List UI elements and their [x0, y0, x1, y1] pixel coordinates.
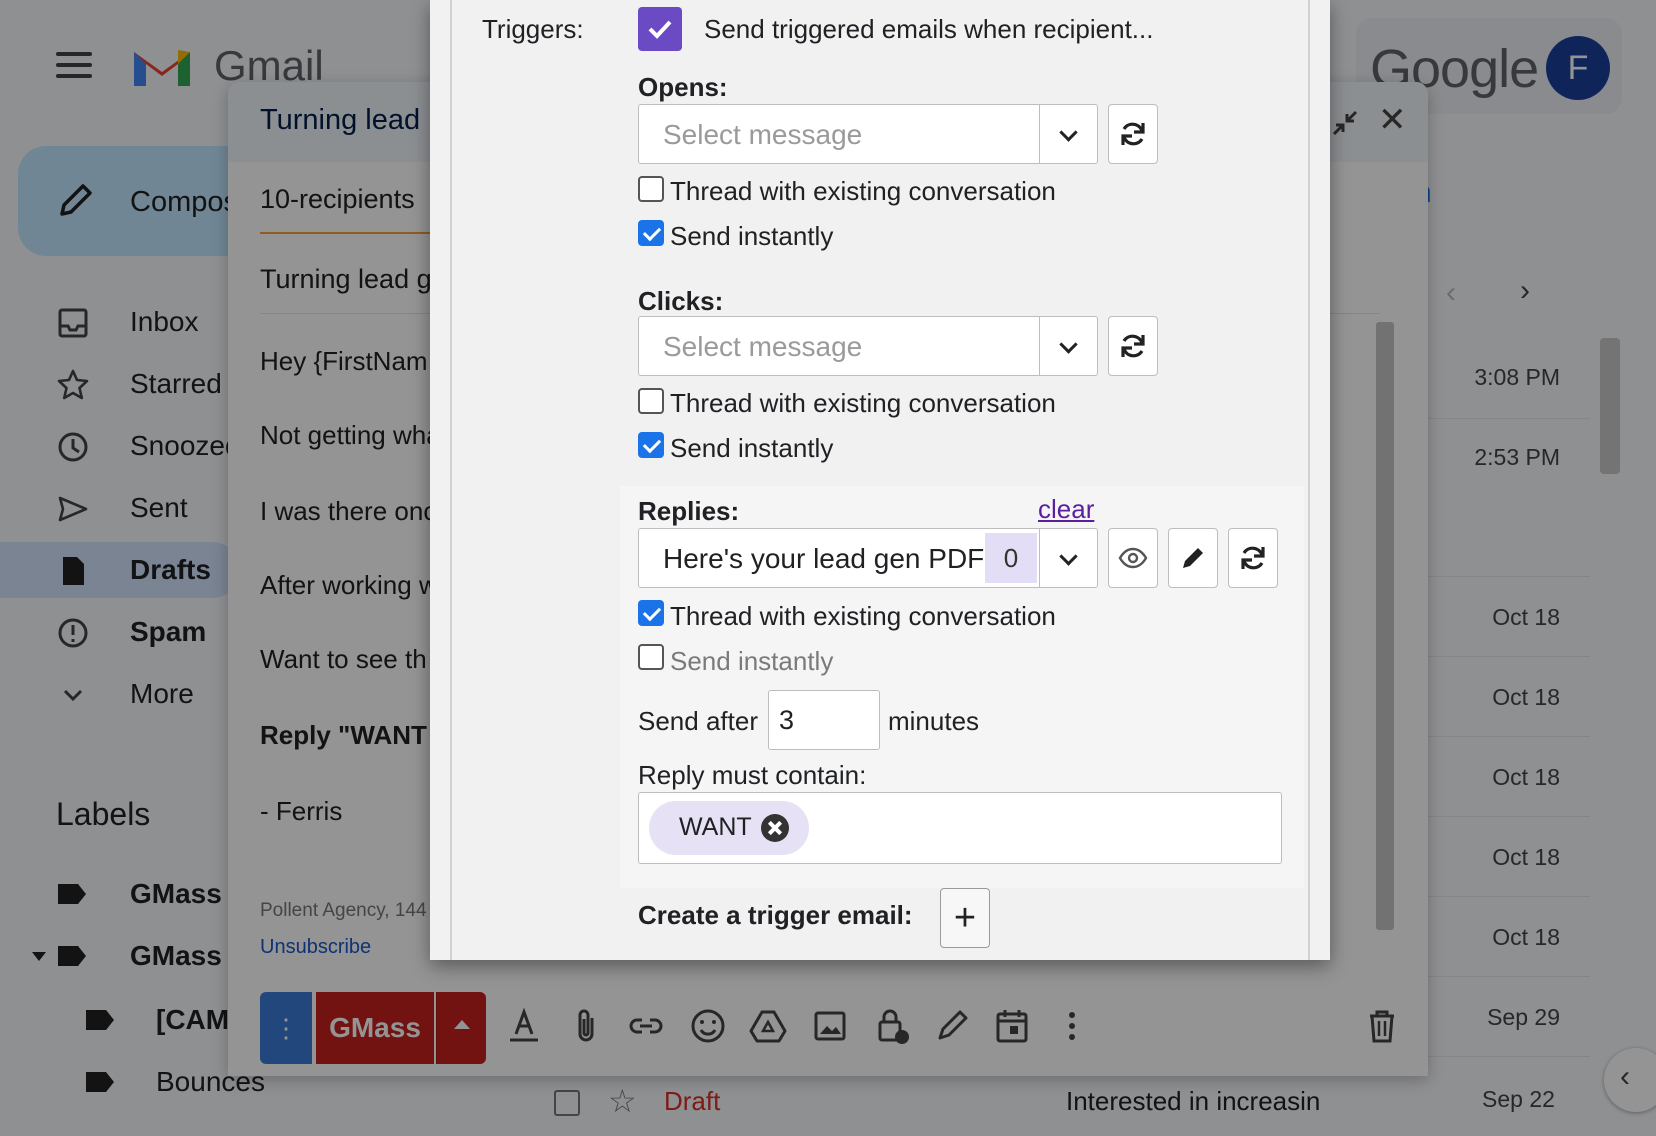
clicks-thread-checkbox[interactable] — [638, 388, 664, 414]
checkmark-icon — [648, 20, 672, 39]
clicks-instant-label: Send instantly — [670, 433, 834, 463]
opens-instant-checkbox[interactable] — [638, 220, 664, 246]
send-after-label: Send after — [638, 706, 758, 736]
reply-contain-label: Reply must contain: — [638, 760, 867, 790]
opens-refresh-button[interactable] — [1108, 104, 1158, 164]
select-value: Here's your lead gen PDF — [663, 543, 985, 574]
add-trigger-button[interactable]: + — [940, 888, 990, 948]
replies-refresh-button[interactable] — [1228, 528, 1278, 588]
clicks-refresh-button[interactable] — [1108, 316, 1158, 376]
triggers-label: Triggers: — [482, 14, 584, 44]
select-placeholder: Select message — [663, 119, 863, 150]
replies-clear-link[interactable]: clear — [1038, 494, 1094, 525]
pencil-icon — [1183, 548, 1203, 568]
send-after-minutes-input[interactable] — [768, 690, 880, 750]
replies-message-select[interactable]: Here's your lead gen PDF 0 — [638, 528, 1098, 588]
opens-title: Opens: — [638, 72, 728, 102]
triggers-checkbox[interactable] — [638, 7, 682, 51]
remove-tag-icon[interactable] — [761, 814, 789, 842]
opens-thread-label: Thread with existing conversation — [670, 176, 1056, 206]
replies-instant-label: Send instantly — [670, 646, 834, 676]
opens-message-select[interactable]: Select message — [638, 104, 1098, 164]
message-count-badge: 0 — [985, 533, 1037, 583]
create-trigger-label: Create a trigger email: — [638, 900, 913, 930]
replies-title: Replies: — [638, 496, 740, 526]
replies-thread-label: Thread with existing conversation — [670, 601, 1056, 631]
replies-instant-checkbox[interactable] — [638, 644, 664, 670]
chevron-down-icon[interactable] — [1039, 529, 1097, 587]
reply-keyword-input[interactable]: WANT — [638, 792, 1282, 864]
refresh-icon — [1121, 122, 1145, 146]
select-placeholder: Select message — [663, 331, 863, 362]
replies-thread-checkbox[interactable] — [638, 600, 664, 626]
keyword-tag-text: WANT — [679, 813, 752, 841]
replies-edit-button[interactable] — [1168, 528, 1218, 588]
minutes-label: minutes — [888, 706, 980, 736]
refresh-icon — [1121, 334, 1145, 358]
opens-thread-checkbox[interactable] — [638, 176, 664, 202]
replies-preview-button[interactable] — [1108, 528, 1158, 588]
refresh-icon — [1241, 546, 1265, 570]
chevron-down-icon[interactable] — [1039, 105, 1097, 163]
opens-instant-label: Send instantly — [670, 221, 834, 251]
eye-icon — [1118, 547, 1148, 569]
clicks-instant-checkbox[interactable] — [638, 432, 664, 458]
clicks-title: Clicks: — [638, 286, 724, 316]
replies-section: Replies: clear Here's your lead gen PDF … — [620, 486, 1304, 888]
triggers-check-label: Send triggered emails when recipient... — [704, 14, 1154, 44]
keyword-tag: WANT — [649, 801, 809, 855]
clicks-thread-label: Thread with existing conversation — [670, 388, 1056, 418]
chevron-down-icon[interactable] — [1039, 317, 1097, 375]
clicks-message-select[interactable]: Select message — [638, 316, 1098, 376]
